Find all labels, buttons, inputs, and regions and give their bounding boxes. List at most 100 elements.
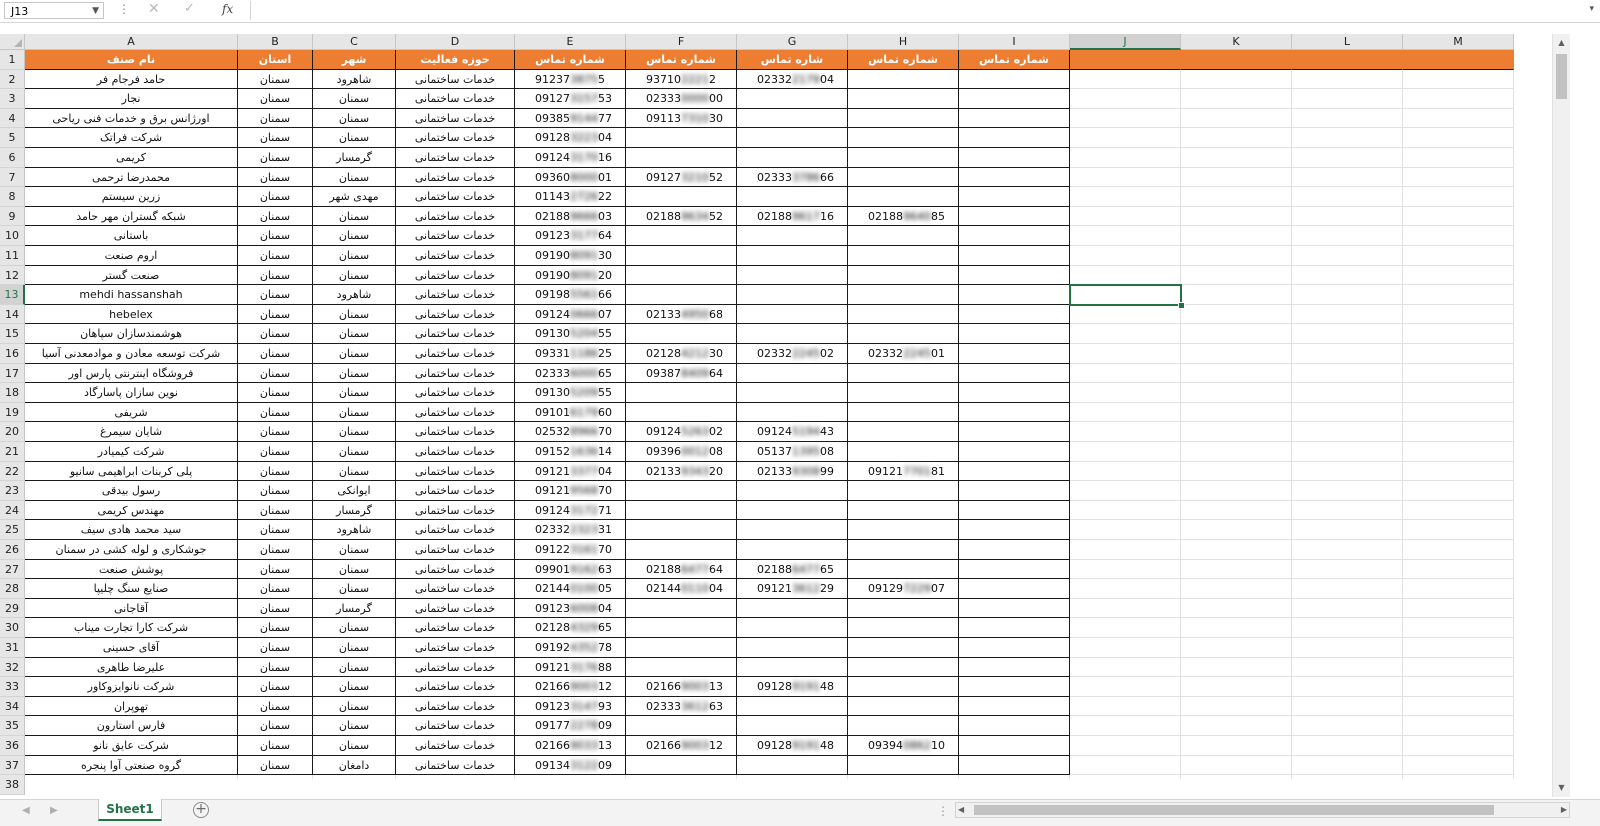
cell-f13[interactable]: [626, 285, 737, 305]
tab-prev-icon[interactable]: ◀: [22, 805, 30, 816]
cell-k12[interactable]: [1181, 265, 1292, 286]
cell-i16[interactable]: [959, 344, 1070, 364]
cell-k27[interactable]: [1181, 559, 1292, 580]
cell-m13[interactable]: [1403, 285, 1514, 305]
row-header-9[interactable]: 9: [0, 206, 25, 227]
cell-e5[interactable]: 09128322304: [515, 128, 626, 148]
cell-h16[interactable]: 02332224501: [848, 344, 959, 364]
cell-g18[interactable]: [737, 383, 848, 403]
cell-l34[interactable]: [1292, 696, 1403, 717]
cell-b11[interactable]: سمنان: [238, 246, 313, 266]
cell-l9[interactable]: [1292, 206, 1403, 227]
cell-j2[interactable]: [1070, 69, 1181, 90]
cell-d6[interactable]: خدمات ساختمانی: [396, 148, 515, 168]
cell-l20[interactable]: [1292, 422, 1403, 442]
fx-icon[interactable]: fx: [222, 2, 233, 16]
cell-d14[interactable]: خدمات ساختمانی: [396, 304, 515, 325]
cell-b37[interactable]: سمنان: [238, 755, 313, 776]
row-header-18[interactable]: 18: [0, 383, 25, 403]
cell-c36[interactable]: سمنان: [313, 736, 396, 756]
cell-b29[interactable]: سمنان: [238, 598, 313, 619]
column-header-c[interactable]: C: [313, 34, 396, 50]
cell-e33[interactable]: 02166900312: [515, 677, 626, 697]
cell-l5[interactable]: [1292, 128, 1403, 148]
column-header-h[interactable]: H: [848, 34, 959, 50]
cell-i1[interactable]: شماره تماس: [959, 50, 1070, 70]
cell-g34[interactable]: [737, 696, 848, 717]
tab-next-icon[interactable]: ▶: [50, 805, 58, 816]
cell-m2[interactable]: [1403, 69, 1514, 90]
cell-g23[interactable]: [737, 481, 848, 501]
cell-k35[interactable]: [1181, 716, 1292, 736]
column-header-k[interactable]: K: [1181, 34, 1292, 50]
cell-b13[interactable]: سمنان: [238, 285, 313, 305]
cell-m4[interactable]: [1403, 108, 1514, 129]
cell-i8[interactable]: [959, 187, 1070, 207]
cell-l4[interactable]: [1292, 108, 1403, 129]
cell-k4[interactable]: [1181, 108, 1292, 129]
row-header-8[interactable]: 8: [0, 187, 25, 207]
cell-m14[interactable]: [1403, 304, 1514, 325]
cell-j30[interactable]: [1070, 618, 1181, 638]
cell-g20[interactable]: 09124519443: [737, 422, 848, 442]
cell-e3[interactable]: 09127315753: [515, 89, 626, 109]
cell-e16[interactable]: 09331118625: [515, 344, 626, 364]
cell-i6[interactable]: [959, 148, 1070, 168]
cell-m1[interactable]: [1403, 50, 1514, 70]
cell-f25[interactable]: [626, 520, 737, 540]
cell-k25[interactable]: [1181, 520, 1292, 540]
cell-h24[interactable]: [848, 500, 959, 521]
cell-b7[interactable]: سمنان: [238, 167, 313, 188]
cell-g13[interactable]: [737, 285, 848, 305]
cell-h13[interactable]: [848, 285, 959, 305]
cell-i2[interactable]: [959, 69, 1070, 90]
cell-e18[interactable]: 09130520955: [515, 383, 626, 403]
fill-handle[interactable]: [1178, 301, 1185, 309]
cell-a9[interactable]: شبکه گستران مهر حامد: [25, 206, 238, 227]
cell-f9[interactable]: 02188963452: [626, 206, 737, 227]
cell-j32[interactable]: [1070, 657, 1181, 678]
cell-k18[interactable]: [1181, 383, 1292, 403]
cell-m5[interactable]: [1403, 128, 1514, 148]
cell-f7[interactable]: 09127321052: [626, 167, 737, 188]
row-header-11[interactable]: 11: [0, 246, 25, 266]
cell-m31[interactable]: [1403, 638, 1514, 658]
cell-l26[interactable]: [1292, 540, 1403, 560]
cell-m12[interactable]: [1403, 265, 1514, 286]
cell-a29[interactable]: آقاجانی: [25, 598, 238, 619]
row-header-35[interactable]: 35: [0, 716, 25, 736]
cell-d11[interactable]: خدمات ساختمانی: [396, 246, 515, 266]
cell-f4[interactable]: 09113731030: [626, 108, 737, 129]
cell-a2[interactable]: حامد فرجام فر: [25, 69, 238, 90]
cell-e12[interactable]: 09190809120: [515, 265, 626, 286]
row-header-13[interactable]: 13: [0, 285, 25, 305]
cell-h27[interactable]: [848, 559, 959, 580]
cell-h30[interactable]: [848, 618, 959, 638]
cell-e34[interactable]: 09123314793: [515, 696, 626, 717]
column-header-d[interactable]: D: [396, 34, 515, 50]
cell-f28[interactable]: 02144011004: [626, 579, 737, 599]
cell-g17[interactable]: [737, 363, 848, 384]
cell-i20[interactable]: [959, 422, 1070, 442]
cell-a30[interactable]: شرکت کارا تجارت میناب: [25, 618, 238, 638]
cell-m26[interactable]: [1403, 540, 1514, 560]
cell-c18[interactable]: سمنان: [313, 383, 396, 403]
cell-i7[interactable]: [959, 167, 1070, 188]
cell-e20[interactable]: 02532896670: [515, 422, 626, 442]
cell-m10[interactable]: [1403, 226, 1514, 246]
cell-b34[interactable]: سمنان: [238, 696, 313, 717]
cell-h25[interactable]: [848, 520, 959, 540]
cell-l2[interactable]: [1292, 69, 1403, 90]
cell-a3[interactable]: نجار: [25, 89, 238, 109]
cell-k21[interactable]: [1181, 442, 1292, 462]
cell-m33[interactable]: [1403, 677, 1514, 697]
cell-b4[interactable]: سمنان: [238, 108, 313, 129]
cell-h9[interactable]: 02188964085: [848, 206, 959, 227]
cell-m6[interactable]: [1403, 148, 1514, 168]
cell-k15[interactable]: [1181, 324, 1292, 344]
row-header-26[interactable]: 26: [0, 540, 25, 560]
cell-m32[interactable]: [1403, 657, 1514, 678]
cell-j22[interactable]: [1070, 461, 1181, 482]
cell-c32[interactable]: سمنان: [313, 657, 396, 678]
cell-b22[interactable]: سمنان: [238, 461, 313, 482]
